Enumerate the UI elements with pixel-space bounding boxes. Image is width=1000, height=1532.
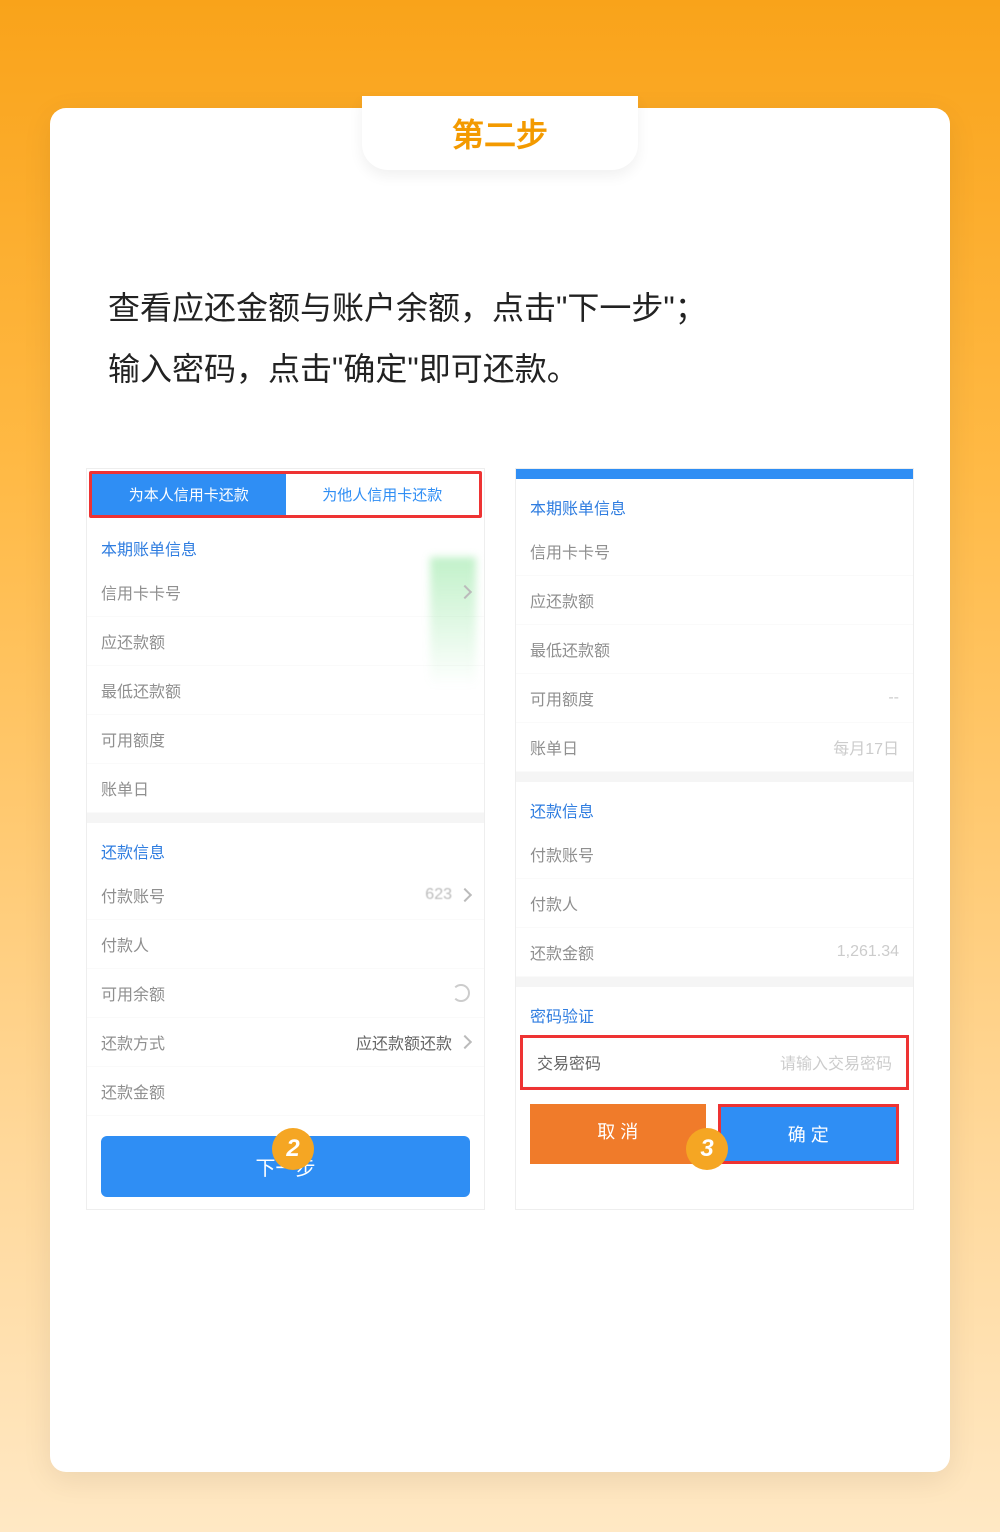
section-bill-title: 本期账单信息 bbox=[87, 520, 484, 568]
value-pay-account: 623 bbox=[425, 886, 452, 904]
row-pay-account[interactable]: 付款账号 623 bbox=[87, 871, 484, 920]
badge-3: 3 bbox=[500, 1128, 914, 1170]
row-due-3: 应还款额 bbox=[516, 576, 913, 625]
label-available-balance: 可用余额 bbox=[101, 981, 452, 1005]
label-bill-day: 账单日 bbox=[530, 735, 833, 759]
decorative-blur bbox=[430, 557, 476, 687]
screenshot-step-3: 本期账单信息 信用卡卡号 应还款额 最低还款额 可用额度 -- 账单日 每月17… bbox=[515, 468, 914, 1210]
label-min-due: 最低还款额 bbox=[530, 637, 899, 661]
value-bill-day: 每月17日 bbox=[833, 735, 899, 759]
label-due: 应还款额 bbox=[530, 588, 899, 612]
chevron-right-icon bbox=[458, 888, 472, 902]
label-repay-amount: 还款金额 bbox=[101, 1079, 470, 1103]
value-amount: 1,261.34 bbox=[837, 943, 899, 961]
value-available: -- bbox=[888, 689, 899, 707]
refresh-icon[interactable] bbox=[452, 984, 470, 1002]
row-bill-day: 账单日 bbox=[87, 764, 484, 813]
row-pay-account-3: 付款账号 bbox=[516, 830, 913, 879]
row-password[interactable]: 交易密码 请输入交易密码 bbox=[523, 1038, 906, 1087]
instruction-line-2: 输入密码，点击"确定"即可还款。 bbox=[108, 339, 892, 400]
badge-3-text: 3 bbox=[686, 1128, 728, 1170]
section-bill-title-3: 本期账单信息 bbox=[516, 479, 913, 527]
section-repay-title-3: 还款信息 bbox=[516, 782, 913, 830]
label-card-number: 信用卡卡号 bbox=[530, 539, 899, 563]
password-placeholder: 请输入交易密码 bbox=[780, 1050, 892, 1074]
row-min-due: 最低还款额 bbox=[87, 666, 484, 715]
instruction-card: 查看应还金额与账户余额，点击"下一步"； 输入密码，点击"确定"即可还款。 为本… bbox=[50, 108, 950, 1472]
row-available-limit: 可用额度 bbox=[87, 715, 484, 764]
row-available-balance[interactable]: 可用余额 bbox=[87, 969, 484, 1018]
row-due-amount: 应还款额 bbox=[87, 617, 484, 666]
row-amount-3: 还款金额 1,261.34 bbox=[516, 928, 913, 977]
value-repay-method: 应还款额还款 bbox=[356, 1030, 452, 1054]
label-amount: 还款金额 bbox=[530, 940, 837, 964]
tab-repay-other[interactable]: 为他人信用卡还款 bbox=[286, 474, 480, 515]
row-min-due-3: 最低还款额 bbox=[516, 625, 913, 674]
row-bill-day-3: 账单日 每月17日 bbox=[516, 723, 913, 772]
badge-2-text: 2 bbox=[272, 1128, 314, 1170]
step-number-badges: 2 3 bbox=[86, 1128, 914, 1170]
section-gap bbox=[87, 813, 484, 823]
instructions-block: 查看应还金额与账户余额，点击"下一步"； 输入密码，点击"确定"即可还款。 bbox=[108, 278, 892, 400]
repay-tabs-highlight: 为本人信用卡还款 为他人信用卡还款 bbox=[89, 471, 482, 518]
label-payer: 付款人 bbox=[101, 932, 470, 956]
row-payer-3: 付款人 bbox=[516, 879, 913, 928]
label-available: 可用额度 bbox=[101, 727, 470, 751]
screenshot-step-2: 为本人信用卡还款 为他人信用卡还款 本期账单信息 信用卡卡号 应还款额 最低还款… bbox=[86, 468, 485, 1210]
label-due: 应还款额 bbox=[101, 629, 470, 653]
label-min-due: 最低还款额 bbox=[101, 678, 470, 702]
label-password: 交易密码 bbox=[537, 1050, 780, 1074]
row-available-3: 可用额度 -- bbox=[516, 674, 913, 723]
label-pay-account: 付款账号 bbox=[530, 842, 899, 866]
section-repay-title: 还款信息 bbox=[87, 823, 484, 871]
chevron-right-icon bbox=[458, 1035, 472, 1049]
row-card-number-3: 信用卡卡号 bbox=[516, 527, 913, 576]
instruction-line-1: 查看应还金额与账户余额，点击"下一步"； bbox=[108, 278, 892, 339]
step-title-tab: 第二步 bbox=[362, 96, 638, 170]
tab-repay-self[interactable]: 为本人信用卡还款 bbox=[92, 474, 286, 515]
label-repay-method: 还款方式 bbox=[101, 1030, 356, 1054]
row-repay-method[interactable]: 还款方式 应还款额还款 bbox=[87, 1018, 484, 1067]
section-gap bbox=[516, 977, 913, 987]
section-gap bbox=[516, 772, 913, 782]
label-card-number: 信用卡卡号 bbox=[101, 580, 452, 604]
badge-2: 2 bbox=[86, 1128, 500, 1170]
screens-row: 为本人信用卡还款 为他人信用卡还款 本期账单信息 信用卡卡号 应还款额 最低还款… bbox=[86, 468, 914, 1210]
top-bar bbox=[516, 469, 913, 479]
label-available: 可用额度 bbox=[530, 686, 888, 710]
label-bill-day: 账单日 bbox=[101, 776, 470, 800]
row-card-number[interactable]: 信用卡卡号 bbox=[87, 568, 484, 617]
label-pay-account: 付款账号 bbox=[101, 883, 425, 907]
row-payer: 付款人 bbox=[87, 920, 484, 969]
section-password-title: 密码验证 bbox=[516, 987, 913, 1035]
row-repay-amount: 还款金额 bbox=[87, 1067, 484, 1116]
password-highlight-box: 交易密码 请输入交易密码 bbox=[520, 1035, 909, 1090]
label-payer: 付款人 bbox=[530, 891, 899, 915]
